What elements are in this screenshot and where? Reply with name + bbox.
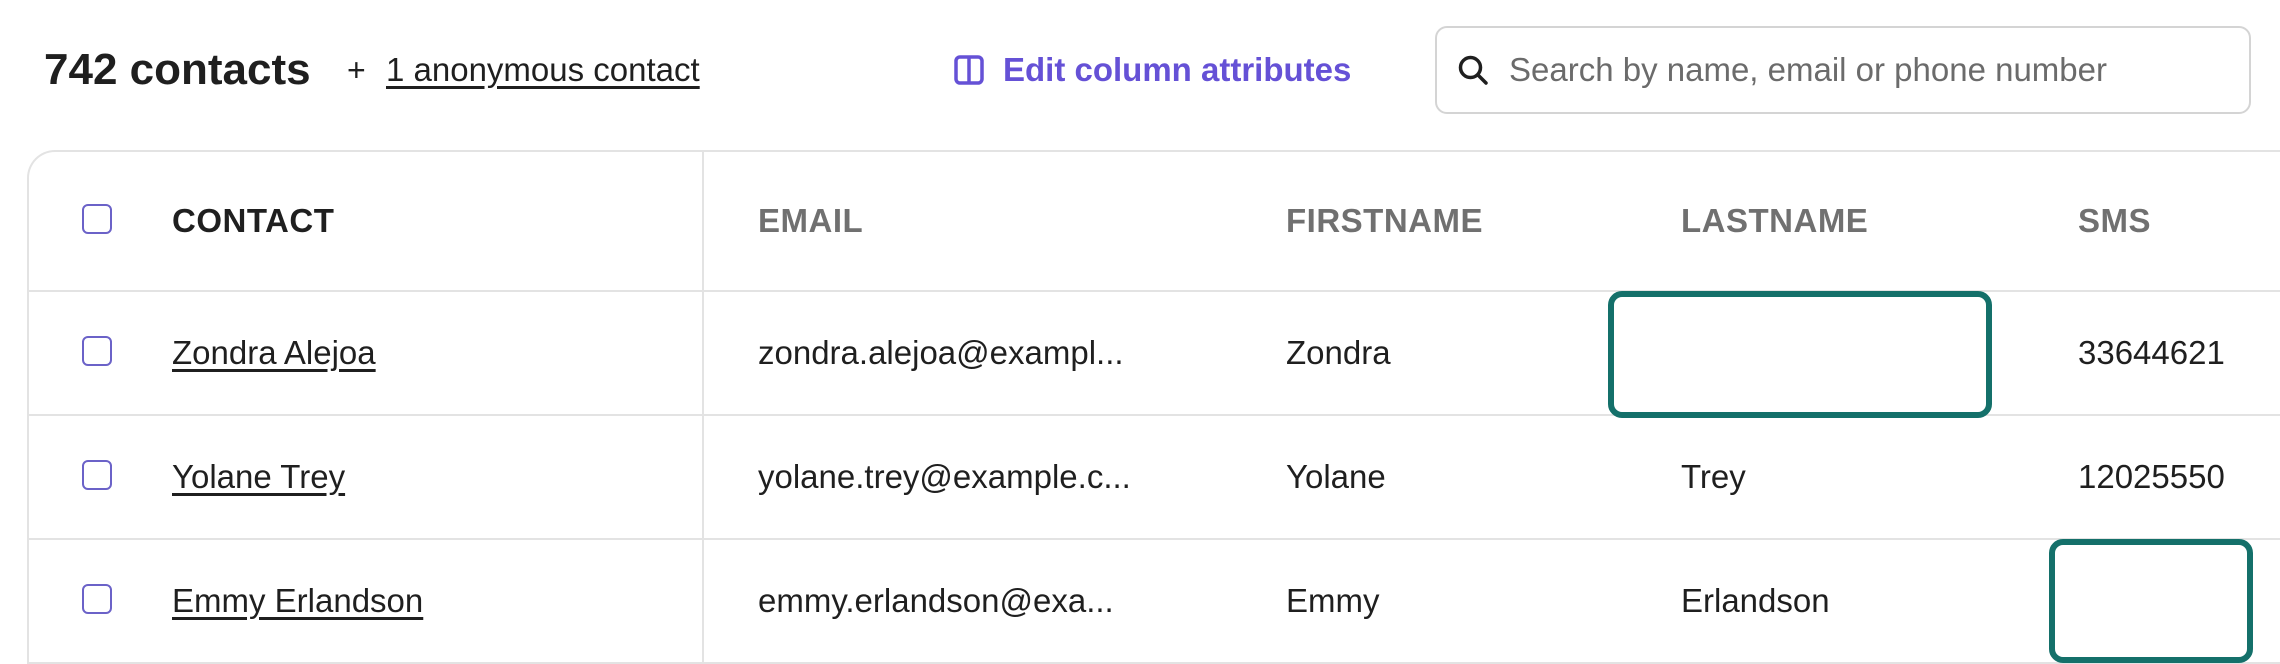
- select-all-checkbox[interactable]: [82, 204, 112, 234]
- empty-lastname-cell-highlight[interactable]: [1608, 291, 1992, 418]
- row-checkbox[interactable]: [82, 336, 112, 366]
- edit-column-attributes-button[interactable]: Edit column attributes: [953, 44, 1351, 96]
- edit-column-attributes-label: Edit column attributes: [1003, 51, 1352, 88]
- contact-cell: Zondra Alejoa: [172, 292, 376, 414]
- column-header-firstname[interactable]: FIRSTNAME: [1286, 152, 1483, 290]
- plus-sign: +: [347, 52, 366, 88]
- lastname-cell: Trey: [1681, 458, 1746, 495]
- columns-icon: [953, 54, 985, 86]
- email-cell: emmy.erlandson@exa...: [758, 582, 1114, 619]
- search-icon: [1457, 54, 1489, 86]
- table-row[interactable]: Emmy Erlandson emmy.erlandson@exa... Emm…: [29, 540, 2280, 662]
- firstname-cell: Yolane: [1286, 458, 1386, 495]
- firstname-cell: Zondra: [1286, 334, 1391, 371]
- lastname-cell: Erlandson: [1681, 582, 1830, 619]
- search-input[interactable]: [1509, 40, 2249, 100]
- table-row[interactable]: Yolane Trey yolane.trey@example.c... Yol…: [29, 416, 2280, 540]
- contact-count: 742 contacts: [44, 45, 311, 94]
- column-header-lastname[interactable]: LASTNAME: [1681, 152, 1868, 290]
- anonymous-contact-link[interactable]: 1 anonymous contact: [386, 48, 700, 92]
- sms-cell: 33644621: [2078, 334, 2225, 371]
- email-cell: yolane.trey@example.c...: [758, 458, 1131, 495]
- column-header-contact[interactable]: CONTACT: [172, 152, 334, 290]
- sms-cell: 12025550: [2078, 458, 2225, 495]
- contact-name-link[interactable]: Zondra Alejoa: [172, 334, 376, 372]
- email-cell: zondra.alejoa@exampl...: [758, 334, 1124, 371]
- search-box[interactable]: [1435, 26, 2251, 114]
- contact-name-link[interactable]: Yolane Trey: [172, 458, 345, 496]
- column-header-sms[interactable]: SMS: [2078, 152, 2151, 290]
- empty-sms-cell-highlight[interactable]: [2049, 539, 2253, 663]
- contact-cell: Yolane Trey: [172, 416, 345, 538]
- contact-cell: Emmy Erlandson: [172, 540, 423, 662]
- contact-name-link[interactable]: Emmy Erlandson: [172, 582, 423, 620]
- column-header-email[interactable]: EMAIL: [758, 152, 863, 290]
- table-header-row: CONTACT EMAIL FIRSTNAME LASTNAME SMS: [29, 152, 2280, 292]
- row-checkbox[interactable]: [82, 460, 112, 490]
- firstname-cell: Emmy: [1286, 582, 1380, 619]
- row-checkbox[interactable]: [82, 584, 112, 614]
